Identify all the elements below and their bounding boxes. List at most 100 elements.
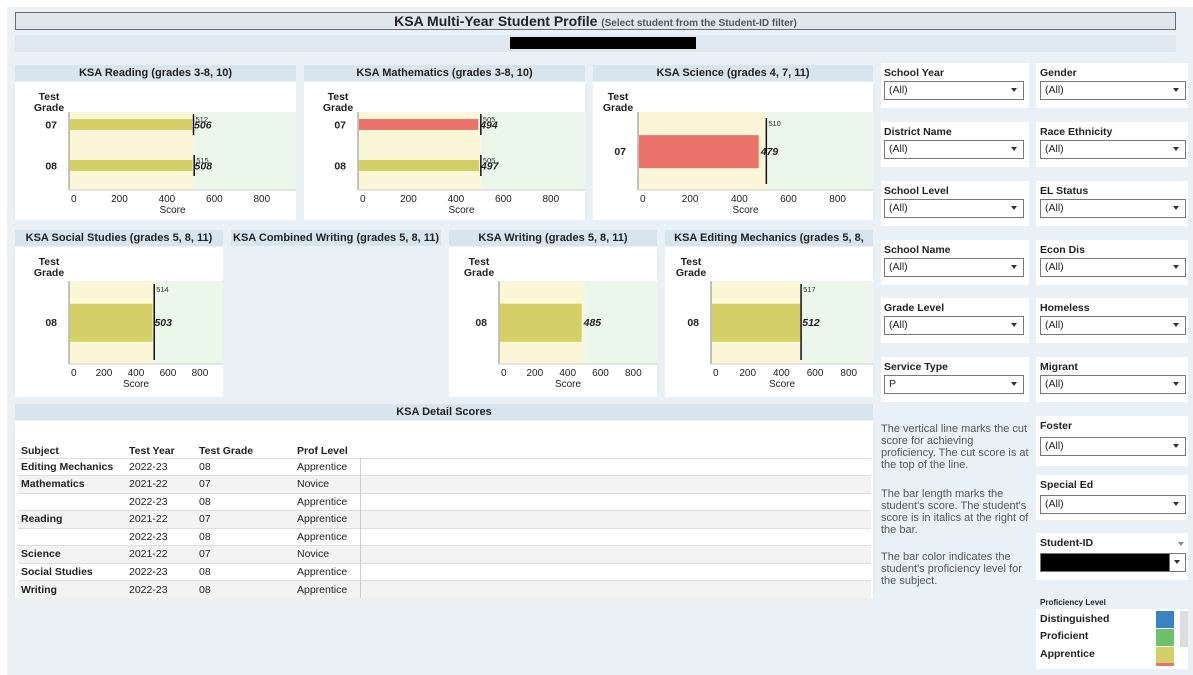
- cell-prof-level: Apprentice: [294, 493, 361, 511]
- school-year-dropdown[interactable]: (All): [884, 81, 1024, 100]
- gender-label: Gender: [1040, 67, 1077, 79]
- note-cut-score: The vertical line marks the cut score fo…: [881, 423, 1029, 471]
- science-svg: TestGrade07 4795100 200 400 600 800Score: [603, 91, 873, 216]
- cell-test-grade: 08: [199, 565, 211, 578]
- race-filter: Race Ethnicity (All): [1040, 126, 1187, 159]
- row-filler: [360, 580, 871, 598]
- x-tick-label: 600: [592, 368, 609, 379]
- race-value: (All): [1045, 143, 1064, 155]
- special-ed-label: Special Ed: [1040, 479, 1094, 491]
- x-tick-label: 200: [96, 368, 113, 379]
- district-filter: District Name (All): [884, 126, 1031, 159]
- legend-scrollbar[interactable]: [1180, 611, 1188, 647]
- filter-menu-icon[interactable]: [1178, 542, 1184, 546]
- legend-label-proficient: Proficient: [1040, 630, 1089, 642]
- homeless-label: Homeless: [1040, 302, 1090, 314]
- foster-value: (All): [1045, 440, 1064, 452]
- cell-prof-level: Apprentice: [294, 510, 361, 528]
- cell-test-grade: 08: [199, 530, 211, 543]
- district-label: District Name: [884, 126, 952, 138]
- school-level-dropdown[interactable]: (All): [884, 199, 1024, 218]
- chevron-down-icon: [1173, 323, 1179, 327]
- el-status-dropdown[interactable]: (All): [1040, 199, 1186, 218]
- redacted-student-name: [510, 37, 696, 49]
- x-tick-label: 200: [111, 194, 128, 205]
- y-axis-title: Grade: [603, 102, 634, 114]
- cell-subject: Editing Mechanics: [21, 460, 114, 473]
- cut-score-label: 514: [156, 285, 169, 294]
- x-tick-label: 400: [448, 194, 465, 205]
- migrant-dropdown[interactable]: (All): [1040, 375, 1186, 394]
- chevron-down-icon: [1011, 323, 1017, 327]
- x-tick-label: 0: [71, 368, 77, 379]
- school-year-label: School Year: [884, 67, 944, 79]
- student-id-label: Student-ID: [1040, 537, 1094, 549]
- table-row: Social Studies 2022-23 08 Apprentice: [18, 563, 871, 581]
- x-tick-label: 200: [400, 194, 417, 205]
- score-label: 512: [802, 317, 820, 329]
- school-name-label: School Name: [884, 244, 951, 256]
- dashboard-subtitle: (Select student from the Student-ID filt…: [601, 18, 797, 29]
- table-row: Reading 2021-22 07 Apprentice: [18, 510, 871, 528]
- x-tick-label: 400: [159, 194, 176, 205]
- x-tick-label: 800: [253, 194, 270, 205]
- note-bar-color: The bar color indicates the student's pr…: [881, 551, 1022, 587]
- district-dropdown[interactable]: (All): [884, 140, 1024, 159]
- editing-chart-title: KSA Editing Mechanics (grades 5, 8, 11): [665, 230, 873, 260]
- legend-label-apprentice: Apprentice: [1040, 648, 1095, 660]
- score-bar: [70, 160, 193, 171]
- school-name-dropdown[interactable]: (All): [884, 258, 1024, 277]
- math-svg: TestGrade07 49450508 4975050 200 400 600 800Sc…: [323, 91, 585, 216]
- dashboard-header: KSA Multi-Year Student Profile (Select s…: [15, 12, 1176, 30]
- foster-dropdown[interactable]: (All): [1040, 437, 1186, 456]
- social-chart-title: KSA Social Studies (grades 5, 8, 11): [15, 230, 223, 246]
- special-ed-value: (All): [1045, 498, 1064, 510]
- homeless-value: (All): [1045, 319, 1064, 331]
- cell-subject: Reading: [21, 513, 63, 526]
- cell-subject: Science: [21, 548, 61, 561]
- legend-swatch-distinguished: [1156, 611, 1174, 628]
- detail-scores-title: KSA Detail Scores: [15, 404, 873, 420]
- grade-label: 08: [334, 161, 346, 173]
- y-axis-title: Grade: [323, 102, 354, 114]
- chevron-down-icon: [1173, 444, 1179, 448]
- grade-level-dropdown[interactable]: (All): [884, 316, 1024, 335]
- above-cut-zone: [766, 112, 873, 190]
- table-row: Writing 2022-23 08 Apprentice: [18, 580, 871, 598]
- service-type-dropdown[interactable]: P: [884, 375, 1024, 394]
- econ-dis-dropdown[interactable]: (All): [1040, 258, 1186, 277]
- cell-test-grade: 07: [199, 513, 211, 526]
- special-ed-dropdown[interactable]: (All): [1040, 495, 1186, 514]
- reading-svg: TestGrade07 50651208 5085150 200 400 600 800Sc…: [34, 91, 296, 216]
- chevron-down-icon: [1173, 382, 1179, 386]
- homeless-dropdown[interactable]: (All): [1040, 316, 1186, 335]
- grade-label: 08: [687, 317, 699, 329]
- detail-scores-table: Subject Test Year Test Grade Prof Level …: [18, 444, 871, 598]
- chevron-down-icon: [1011, 206, 1017, 210]
- cell-test-year: 2022-23: [129, 583, 168, 596]
- grade-label: 08: [475, 317, 487, 329]
- x-tick-label: 400: [128, 368, 145, 379]
- x-tick-label: 800: [840, 368, 857, 379]
- cell-test-grade: 08: [199, 460, 211, 473]
- service-type-value: P: [889, 378, 897, 390]
- editing-chart-panel: Test Grade 08 512 517 0 200 400 600 800 Score: [665, 247, 873, 397]
- race-dropdown[interactable]: (All): [1040, 140, 1186, 159]
- row-filler: [360, 510, 871, 528]
- student-id-dropdown[interactable]: [1040, 553, 1186, 572]
- gender-dropdown[interactable]: (All): [1040, 81, 1186, 100]
- legend-swatch-novice: [1156, 663, 1174, 666]
- grade-level-value: (All): [889, 319, 908, 331]
- row-filler: [360, 528, 871, 546]
- cell-test-year: 2021-22: [129, 478, 168, 491]
- row-filler: [360, 563, 871, 581]
- row-filler: [360, 545, 871, 563]
- student-id-filter: Student-ID: [1040, 537, 1187, 572]
- cell-test-grade: 08: [199, 583, 211, 596]
- science-chart: Test Grade 07 479 510 0 200 400 600 800 Score: [593, 82, 873, 220]
- math-chart: Test Grade 07 494 505 08 497 505 0 200 400 600 800 Sc…: [304, 82, 585, 220]
- note-bar-length: The bar length marks the student's score…: [881, 488, 1029, 536]
- school-level-filter: School Level (All): [884, 185, 1031, 218]
- x-tick-label: 800: [542, 194, 559, 205]
- cell-subject: Mathematics: [21, 478, 85, 491]
